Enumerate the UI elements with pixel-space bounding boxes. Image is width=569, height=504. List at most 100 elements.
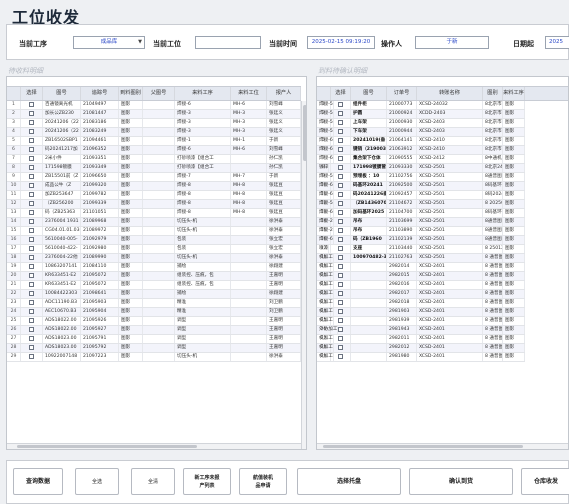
row-checkbox[interactable]	[29, 345, 34, 350]
row-checkbox[interactable]	[29, 255, 34, 260]
table-row[interactable]: 13 码（ZB25363 21101051 图影 焊接-8 MH-8 张廷豆	[7, 209, 301, 218]
row-checkbox-cell[interactable]	[331, 344, 351, 352]
row-checkbox[interactable]	[338, 183, 343, 188]
row-checkbox[interactable]	[338, 120, 343, 125]
row-checkbox[interactable]	[29, 291, 34, 296]
row-checkbox-cell[interactable]	[21, 119, 43, 127]
row-checkbox-cell[interactable]	[331, 335, 351, 343]
row-checkbox[interactable]	[29, 201, 34, 206]
scrollbar-thumb[interactable]	[323, 445, 523, 448]
column-header[interactable]: 追踪号	[81, 87, 119, 100]
row-checkbox-cell[interactable]	[21, 101, 43, 109]
warehouse-receive-button[interactable]: 仓库收发	[521, 468, 569, 495]
row-checkbox[interactable]	[29, 273, 34, 278]
table-row[interactable]: 8171998镀膜管21093330XCSD-25018北京241226(垂直图…	[317, 164, 525, 173]
row-checkbox[interactable]	[338, 138, 343, 143]
row-number-header[interactable]	[317, 87, 331, 100]
table-row[interactable]: 8 171598镀膜 21093349 图影 打砂喷漆【组合工 孙仁凯	[7, 164, 301, 173]
row-checkbox-cell[interactable]	[331, 353, 351, 361]
row-checkbox-cell[interactable]	[21, 317, 43, 325]
row-checkbox-cell[interactable]	[21, 164, 43, 172]
table-row[interactable]: 6键销（21900321063912XCSD-24108北京市1|焊接带样图影焊…	[317, 146, 525, 155]
row-checkbox[interactable]	[338, 291, 343, 296]
row-checkbox[interactable]	[29, 192, 34, 197]
row-checkbox[interactable]	[338, 228, 343, 233]
row-checkbox-cell[interactable]	[21, 335, 43, 343]
table-row[interactable]: 7 2米小件 21093351 图影 打砂喷漆【组合工 孙仁凯	[7, 155, 301, 164]
row-checkbox-cell[interactable]	[21, 209, 43, 217]
row-checkbox[interactable]	[29, 210, 34, 215]
row-checkbox[interactable]	[338, 345, 343, 350]
column-header[interactable]: 选择	[331, 87, 351, 100]
row-checkbox[interactable]	[29, 147, 34, 152]
table-row[interactable]: 28 ADS18023.00 21095792 图影 调型 王嘉明	[7, 344, 301, 353]
row-checkbox[interactable]	[29, 165, 34, 170]
table-row[interactable]: 21 KR633451-E2 21095072 图影 组装控、压痕，包 王嘉明	[7, 281, 301, 290]
table-row[interactable]: 212982016XCSD-24018 通普图240118（图影机加工	[317, 281, 525, 290]
table-row[interactable]: 12（ZB1436070121104672XCSD-25018 20250121…	[317, 200, 525, 209]
row-checkbox-cell[interactable]	[331, 137, 351, 145]
row-checkbox[interactable]	[338, 309, 343, 314]
row-checkbox-cell[interactable]	[21, 218, 43, 226]
row-checkbox[interactable]	[338, 201, 343, 206]
table-row[interactable]: 242981903XCSD-24018 通普图240118（图影机加工	[317, 308, 525, 317]
row-checkbox[interactable]	[338, 237, 343, 242]
row-checkbox[interactable]	[338, 111, 343, 116]
row-checkbox[interactable]	[338, 210, 343, 215]
column-header[interactable]: 报产人	[267, 87, 301, 100]
table-row[interactable]: 282982012XCSD-24018 通普图240118（图影机加工	[317, 344, 525, 353]
table-row[interactable]: 26 ADS18022.00 21095927 图影 调型 王嘉明	[7, 326, 301, 335]
row-checkbox[interactable]	[29, 246, 34, 251]
row-checkbox[interactable]	[29, 138, 34, 143]
table-row[interactable]: 520241019(垂21064141XCSD-24108北京市1|焊接带样图影…	[317, 137, 525, 146]
row-checkbox-cell[interactable]	[331, 254, 351, 262]
row-checkbox[interactable]	[338, 246, 343, 251]
column-header[interactable]: 来料工位	[231, 87, 267, 100]
row-checkbox[interactable]	[29, 102, 34, 107]
row-checkbox-cell[interactable]	[331, 164, 351, 172]
row-checkbox-cell[interactable]	[331, 110, 351, 118]
row-checkbox-cell[interactable]	[21, 128, 43, 136]
row-checkbox-cell[interactable]	[331, 308, 351, 316]
table-row[interactable]: 23 ADC11190.B3 21095903 图影 精准 刘卫鹏	[7, 299, 301, 308]
table-row[interactable]: 9预埋板 ：1021102756XCSD-25018通普图250114（预埋图影…	[317, 173, 525, 182]
table-row[interactable]: 272982011XCSD-24018 通普图240118（图影机加工	[317, 335, 525, 344]
row-checkbox[interactable]	[29, 237, 34, 242]
row-checkbox-cell[interactable]	[331, 146, 351, 154]
row-checkbox[interactable]	[338, 165, 343, 170]
row-checkbox-cell[interactable]	[331, 191, 351, 199]
scrollbar-thumb[interactable]	[303, 105, 306, 161]
query-button[interactable]: 查询数据	[13, 468, 63, 495]
table-row[interactable]: 14吊布21103699XCSD-25018通普图250121（吊布图影焊接-2	[317, 218, 525, 227]
date-start-field[interactable]: 2025	[545, 36, 569, 49]
row-checkbox-cell[interactable]	[331, 101, 351, 109]
table-row[interactable]: 3上车架21000930XCSD-24038北京市朝240309图影焊接-5	[317, 119, 525, 128]
table-row[interactable]: 11码20241226垂21092457XCSD-25018码20241226垂…	[317, 191, 525, 200]
row-checkbox[interactable]	[29, 309, 34, 314]
column-header[interactable]: 选择	[21, 87, 43, 100]
row-checkbox-cell[interactable]	[331, 281, 351, 289]
table-row[interactable]: 1 百通镜离光机 21049497 图影 焊接-6 MH-6 刘雪峰	[7, 101, 301, 110]
table-row[interactable]: 10 成品公牛（Z 21099320 图影 焊接-8 MH-8 张廷豆	[7, 182, 301, 191]
row-checkbox-cell[interactable]	[21, 236, 43, 244]
column-header[interactable]: 图号	[43, 87, 81, 100]
row-checkbox-cell[interactable]	[21, 281, 43, 289]
row-checkbox[interactable]	[29, 228, 34, 233]
table-row[interactable]: 2 加长公ZB230 21081447 图影 焊接-3 MH-3 张廷义	[7, 110, 301, 119]
row-checkbox-cell[interactable]	[331, 272, 351, 280]
table-row[interactable]: 19 10863207141 21084110 图影 捕绘 徐翔建	[7, 263, 301, 272]
row-checkbox-cell[interactable]	[331, 155, 351, 163]
new-process-report-button[interactable]: 新工序未报 产列表	[183, 468, 231, 495]
row-checkbox-cell[interactable]	[331, 299, 351, 307]
row-checkbox-cell[interactable]	[331, 128, 351, 136]
column-header[interactable]: 父图号	[143, 87, 175, 100]
table-row[interactable]: 4下车架21000944XCSD-24038北京市朝240309图影焊接-5	[317, 128, 525, 137]
row-checkbox[interactable]	[338, 255, 343, 260]
row-checkbox[interactable]	[338, 273, 343, 278]
column-header[interactable]: 图号	[351, 87, 387, 100]
table-row[interactable]: 12 （ZB256200 21099339 图影 焊接-8 MH-8 张廷豆	[7, 200, 301, 209]
row-checkbox[interactable]	[338, 156, 343, 161]
table-row[interactable]: 202982015XCSD-24018 通普图240118（图影机加工	[317, 272, 525, 281]
table-row[interactable]: 27 ADS18023.00 21095791 图影 调型 王嘉明	[7, 335, 301, 344]
row-checkbox-cell[interactable]	[21, 200, 43, 208]
